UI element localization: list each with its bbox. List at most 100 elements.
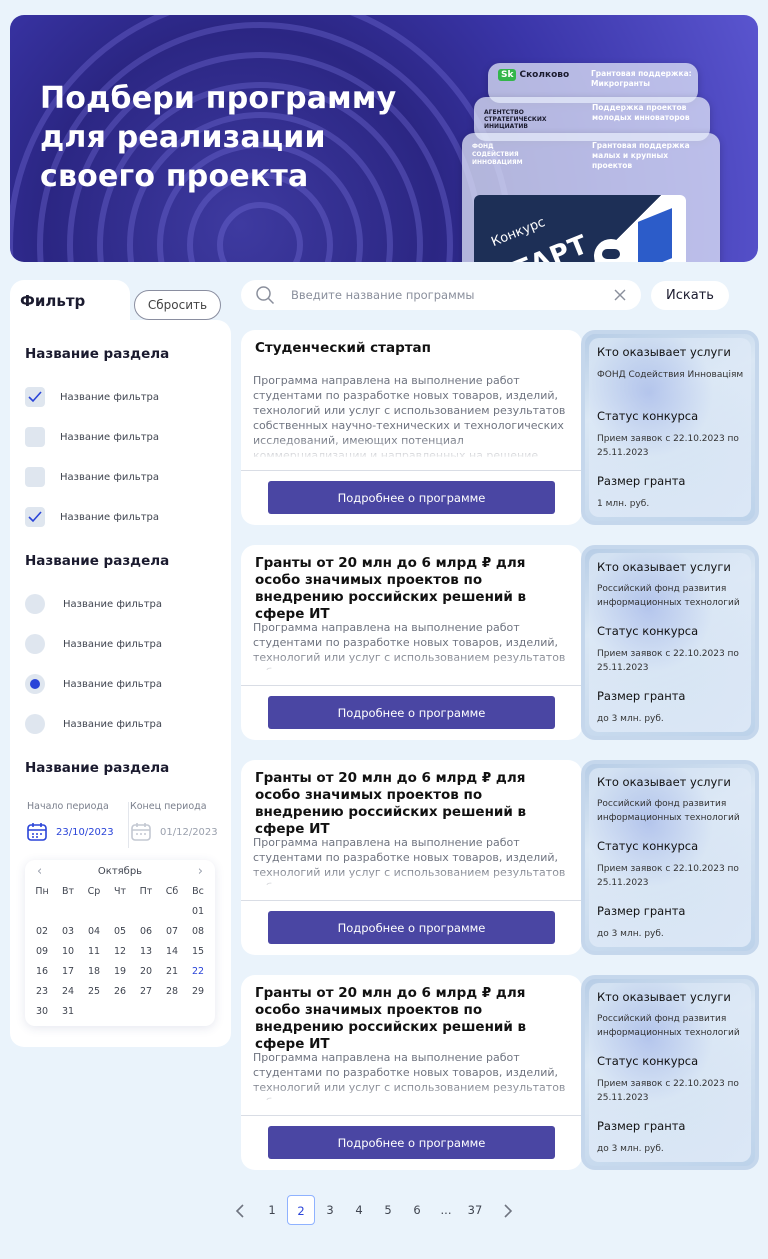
- stack-card-caption: Поддержка проектов молодых инноваторов: [592, 103, 690, 122]
- calendar-day[interactable]: 10: [55, 946, 81, 960]
- program-card: Гранты от 20 млн до 6 млрд ₽ для особо з…: [241, 545, 759, 740]
- chevron-right-icon[interactable]: ›: [198, 864, 203, 879]
- search-button[interactable]: Искать: [651, 281, 729, 310]
- calendar-day[interactable]: 11: [81, 946, 107, 960]
- filter-label: Название фильтра: [63, 598, 162, 610]
- filter-checkbox-row[interactable]: Название фильтра: [25, 387, 159, 407]
- filter-radio-row[interactable]: Название фильтра: [25, 674, 162, 694]
- page-link[interactable]: 3: [316, 1195, 344, 1225]
- calendar-day[interactable]: 18: [81, 966, 107, 980]
- calendar-day[interactable]: 05: [107, 926, 133, 940]
- calendar-empty-cell: [159, 906, 185, 920]
- calendar-day[interactable]: 08: [185, 926, 211, 940]
- filter-checkbox-row[interactable]: Название фильтра: [25, 467, 159, 487]
- program-title: Гранты от 20 млн до 6 млрд ₽ для особо з…: [255, 770, 527, 837]
- stack-card-caption: Грантовая поддержка малых и крупных прое…: [592, 141, 690, 170]
- reset-button[interactable]: Сбросить: [134, 290, 221, 320]
- calendar-day[interactable]: 26: [107, 986, 133, 1000]
- skolkovo-logo: Sk Сколково: [498, 69, 569, 81]
- grant-size-label: Размер гранта: [597, 474, 686, 488]
- filter-radio-row[interactable]: Название фильтра: [25, 714, 162, 734]
- info-panel-inner: [589, 338, 751, 517]
- calendar-empty-cell: [133, 906, 159, 920]
- calendar-day[interactable]: 27: [133, 986, 159, 1000]
- radio-button[interactable]: [25, 714, 45, 734]
- checkbox[interactable]: [25, 467, 45, 487]
- grant-size-label: Размер гранта: [597, 1119, 686, 1133]
- page-link[interactable]: 5: [374, 1195, 402, 1225]
- page-link[interactable]: 6: [403, 1195, 431, 1225]
- calendar-day[interactable]: 14: [159, 946, 185, 960]
- program-title: Студенческий стартап: [255, 340, 431, 356]
- filter-sidebar: Название раздела Название фильтра Назван…: [10, 320, 231, 1047]
- calendar-day[interactable]: 21: [159, 966, 185, 980]
- calendar-day[interactable]: 17: [55, 966, 81, 980]
- calendar-day[interactable]: 31: [55, 1006, 81, 1020]
- calendar-day[interactable]: 19: [107, 966, 133, 980]
- calendar-day[interactable]: 03: [55, 926, 81, 940]
- description-fade: [241, 653, 582, 675]
- search-icon: [256, 286, 275, 305]
- filter-checkbox-row[interactable]: Название фильтра: [25, 507, 159, 527]
- calendar-day[interactable]: 20: [133, 966, 159, 980]
- search-input[interactable]: [291, 285, 601, 305]
- calendar-day[interactable]: 24: [55, 986, 81, 1000]
- calendar-empty-cell: [29, 906, 55, 920]
- calendar-day[interactable]: 13: [133, 946, 159, 960]
- checkbox-checked[interactable]: [25, 387, 45, 407]
- program-details-button[interactable]: Подробнее о программе: [268, 481, 555, 514]
- chevron-left-icon[interactable]: [226, 1195, 254, 1225]
- calendar-day[interactable]: 04: [81, 926, 107, 940]
- program-card: Гранты от 20 млн до 6 млрд ₽ для особо з…: [241, 760, 759, 955]
- calendar-day[interactable]: 16: [29, 966, 55, 980]
- calendar-icon: [131, 823, 151, 841]
- filter-radio-row[interactable]: Название фильтра: [25, 634, 162, 654]
- filter-checkbox-row[interactable]: Название фильтра: [25, 427, 159, 447]
- calendar-day[interactable]: 12: [107, 946, 133, 960]
- chevron-right-icon[interactable]: [494, 1195, 522, 1225]
- clear-icon[interactable]: [613, 288, 627, 302]
- page-link[interactable]: 1: [258, 1195, 286, 1225]
- calendar-day[interactable]: 01: [185, 906, 211, 920]
- program-title: Гранты от 20 млн до 6 млрд ₽ для особо з…: [255, 985, 527, 1052]
- program-details-button[interactable]: Подробнее о программе: [268, 696, 555, 729]
- radio-button[interactable]: [25, 594, 45, 614]
- filter-radio-row[interactable]: Название фильтра: [25, 594, 162, 614]
- page-link[interactable]: 37: [461, 1195, 489, 1225]
- stack-card-caption: Грантовая поддержка: Микрогранты: [591, 69, 692, 88]
- radio-button[interactable]: [25, 634, 45, 654]
- hero-banner: Подбери программу для реализации своего …: [10, 15, 758, 262]
- period-start-field[interactable]: 23/10/2023: [26, 822, 114, 842]
- page-ellipsis: ...: [440, 1203, 452, 1217]
- poster-stripe: [638, 208, 672, 262]
- filter-label: Название фильтра: [63, 718, 162, 730]
- calendar-day[interactable]: 22: [185, 966, 211, 980]
- program-card-main: Гранты от 20 млн до 6 млрд ₽ для особо з…: [241, 760, 582, 955]
- calendar-day[interactable]: 06: [133, 926, 159, 940]
- period-start-value: 23/10/2023: [56, 826, 114, 838]
- grant-size-value: до 3 млн. руб.: [597, 714, 664, 724]
- filter-title: Фильтр: [20, 292, 86, 310]
- radio-button-selected[interactable]: [25, 674, 45, 694]
- page-link-current[interactable]: 2: [287, 1195, 315, 1225]
- calendar-weekday: Пн: [35, 886, 49, 897]
- calendar-day[interactable]: 23: [29, 986, 55, 1000]
- calendar-day[interactable]: 29: [185, 986, 211, 1000]
- check-icon: [28, 511, 42, 523]
- banner-title: Подбери программу для реализации своего …: [40, 81, 397, 194]
- calendar-day[interactable]: 28: [159, 986, 185, 1000]
- program-details-button[interactable]: Подробнее о программе: [268, 1126, 555, 1159]
- checkbox-checked[interactable]: [25, 507, 45, 527]
- program-details-button[interactable]: Подробнее о программе: [268, 911, 555, 944]
- page-link[interactable]: 4: [345, 1195, 373, 1225]
- calendar-day[interactable]: 15: [185, 946, 211, 960]
- calendar-day[interactable]: 09: [29, 946, 55, 960]
- calendar-day[interactable]: 30: [29, 1006, 55, 1020]
- calendar-day[interactable]: 25: [81, 986, 107, 1000]
- fsi-logo: ФОНД СОДЕЙСТВИЯ ИННОВАЦИЯМ: [472, 143, 523, 166]
- period-end-field[interactable]: 01/12/2023: [130, 822, 218, 842]
- calendar-day[interactable]: 02: [29, 926, 55, 940]
- period-start-label: Начало периода: [27, 801, 109, 812]
- checkbox[interactable]: [25, 427, 45, 447]
- calendar-day[interactable]: 07: [159, 926, 185, 940]
